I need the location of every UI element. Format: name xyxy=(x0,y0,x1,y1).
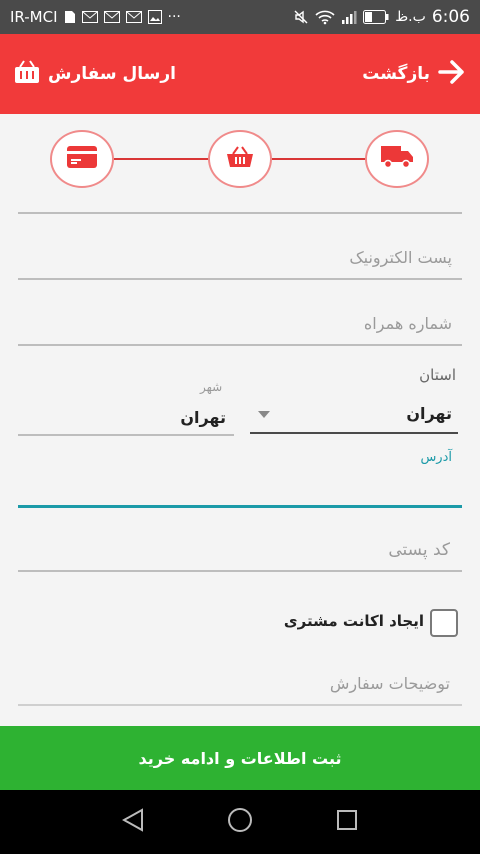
basket-icon xyxy=(226,145,254,173)
more-icon: ··· xyxy=(167,9,181,25)
carrier-name: IR-MCI xyxy=(10,8,58,26)
address-label: آدرس xyxy=(420,450,452,465)
city-label: شهر xyxy=(200,380,223,394)
name-field[interactable] xyxy=(18,206,462,214)
mute-icon xyxy=(293,9,309,25)
step-cart xyxy=(208,130,272,188)
status-bar-left: IR-MCI ··· xyxy=(10,8,181,26)
email-placeholder: پست الکترونیک xyxy=(349,248,452,267)
submit-label: ثبت اطلاعات و ادامه خرید xyxy=(138,748,342,768)
arrow-right-icon xyxy=(438,59,466,90)
mail-icon xyxy=(103,11,120,23)
header-title: ارسال سفارش xyxy=(48,64,176,84)
city-value: تهران xyxy=(180,408,226,427)
android-nav-bar xyxy=(0,790,480,854)
credit-card-icon xyxy=(67,146,97,172)
recents-nav-icon[interactable] xyxy=(336,809,358,835)
clock-ampm: ب.ظ xyxy=(395,9,426,25)
home-nav-icon[interactable] xyxy=(227,807,253,837)
truck-icon xyxy=(381,146,413,172)
clock-time: 6:06 xyxy=(431,7,470,27)
province-value: تهران xyxy=(406,404,452,423)
postal-code-placeholder: کد پستی xyxy=(388,540,450,560)
postal-code-field[interactable]: کد پستی xyxy=(18,534,462,572)
back-label: بازگشت xyxy=(362,64,430,84)
step-shipping xyxy=(365,130,429,188)
status-bar-right: ب.ظ 6:06 xyxy=(293,7,470,27)
order-notes-field[interactable]: توضیحات سفارش xyxy=(18,668,462,706)
step-connector xyxy=(272,158,366,160)
chevron-down-icon xyxy=(258,404,270,423)
wifi-icon xyxy=(315,9,335,25)
header-title-group: ارسال سفارش xyxy=(14,59,176,89)
create-account-checkbox[interactable] xyxy=(430,609,458,637)
province-select[interactable]: تهران xyxy=(250,394,458,434)
app-header: ارسال سفارش بازگشت xyxy=(0,34,480,114)
city-select[interactable]: تهران xyxy=(18,396,234,436)
checkout-steps xyxy=(0,130,480,190)
order-notes-placeholder: توضیحات سفارش xyxy=(329,674,450,693)
province-label: استان xyxy=(419,366,456,384)
step-connector xyxy=(114,158,210,160)
phone-field[interactable]: شماره همراه xyxy=(18,306,462,346)
sim-icon xyxy=(64,10,76,24)
back-button[interactable]: بازگشت xyxy=(362,59,466,90)
email-field[interactable]: پست الکترونیک xyxy=(18,240,462,280)
create-account-label: ایجاد اکانت مشتری xyxy=(283,612,424,630)
signal-icon xyxy=(341,9,357,25)
step-payment xyxy=(50,130,114,188)
image-icon xyxy=(147,10,162,24)
battery-icon xyxy=(363,10,389,24)
mail-icon xyxy=(125,11,142,23)
phone-placeholder: شماره همراه xyxy=(363,314,452,333)
mail-icon xyxy=(81,11,98,23)
back-nav-icon[interactable] xyxy=(121,808,144,836)
submit-continue-button[interactable]: ثبت اطلاعات و ادامه خرید xyxy=(0,726,480,790)
basket-icon xyxy=(14,59,40,89)
status-bar: IR-MCI ··· ب.ظ 6:06 xyxy=(0,0,480,34)
address-field[interactable] xyxy=(18,470,462,508)
